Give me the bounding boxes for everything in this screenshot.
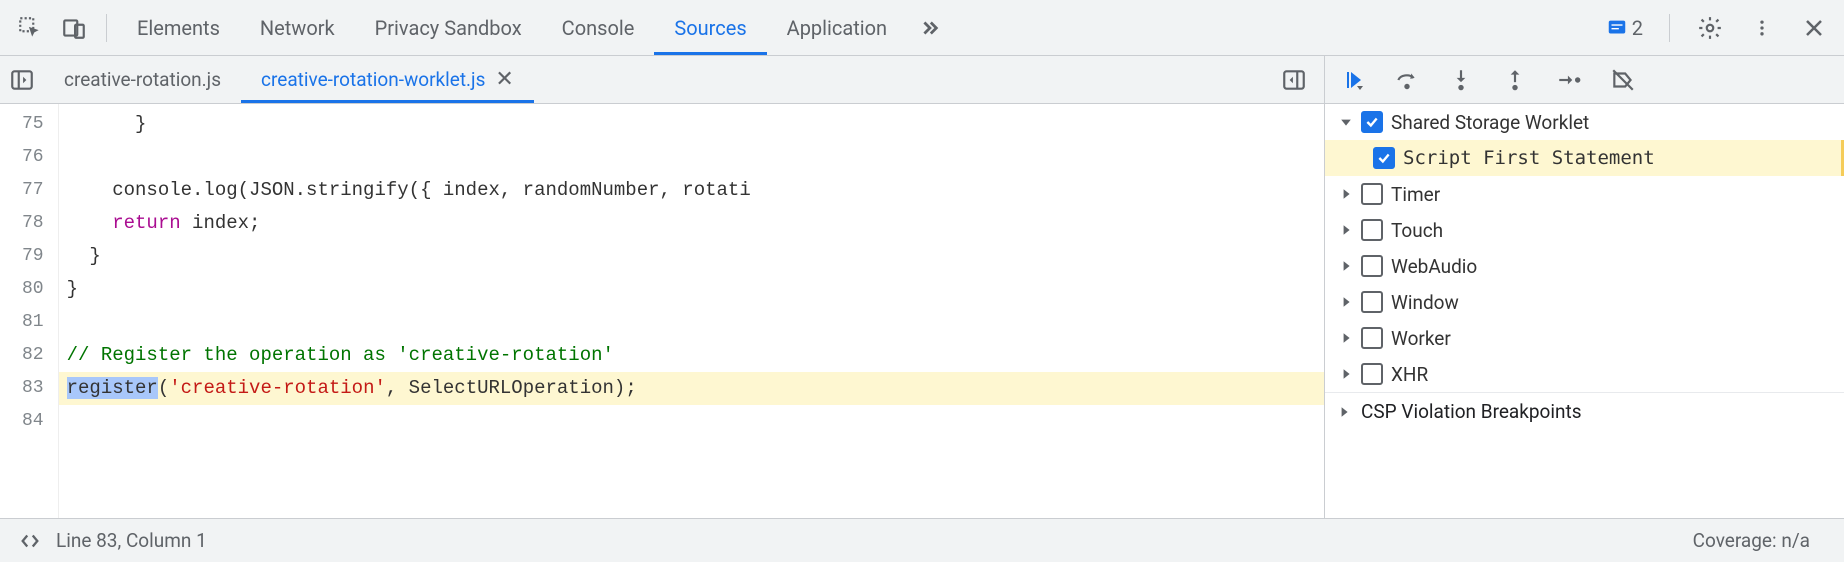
disclosure-right-icon <box>1337 405 1351 419</box>
disclosure-down-icon <box>1339 115 1353 129</box>
file-tabs-area: creative-rotation.js creative-rotation-w… <box>0 56 1324 104</box>
tab-application[interactable]: Application <box>767 0 907 55</box>
code-line[interactable]: return index; <box>59 207 1324 240</box>
panel-csp-violations[interactable]: CSP Violation Breakpoints <box>1325 392 1844 430</box>
navigator-toggle-icon[interactable] <box>0 58 44 102</box>
code-line[interactable]: // Register the operation as 'creative-r… <box>59 339 1324 372</box>
code-line[interactable]: register('creative-rotation', SelectURLO… <box>59 372 1324 405</box>
breakpoint-group-label: Timer <box>1391 183 1440 206</box>
disclosure-right-icon <box>1339 223 1353 237</box>
device-toolbar-icon[interactable] <box>52 6 96 50</box>
code-line[interactable]: console.log(JSON.stringify({ index, rand… <box>59 174 1324 207</box>
main-content: 75767778798081828384 } console.log(JSON.… <box>0 104 1844 518</box>
code-line[interactable]: } <box>59 240 1324 273</box>
breakpoint-group-label: WebAudio <box>1391 255 1477 278</box>
code-line[interactable] <box>59 306 1324 339</box>
line-number[interactable]: 84 <box>22 405 44 438</box>
line-number-gutter: 75767778798081828384 <box>0 104 59 518</box>
inspect-element-icon[interactable] <box>8 6 52 50</box>
file-tab-label: creative-rotation-worklet.js <box>261 68 485 91</box>
code-editor[interactable]: 75767778798081828384 } console.log(JSON.… <box>0 104 1324 518</box>
separator <box>106 14 107 42</box>
checkbox-unchecked[interactable] <box>1361 255 1383 277</box>
breakpoint-item-script-first[interactable]: Script First Statement <box>1325 140 1844 176</box>
kebab-menu-icon[interactable] <box>1740 6 1784 50</box>
panel-label: CSP Violation Breakpoints <box>1361 400 1582 423</box>
code-line[interactable] <box>59 405 1324 438</box>
disclosure-right-icon <box>1339 331 1353 345</box>
devtools-top-toolbar: Elements Network Privacy Sandbox Console… <box>0 0 1844 56</box>
line-number[interactable]: 77 <box>22 174 44 207</box>
tab-network[interactable]: Network <box>240 0 355 55</box>
checkbox-unchecked[interactable] <box>1361 291 1383 313</box>
file-tab-label: creative-rotation.js <box>64 68 221 91</box>
sources-toolbar-row: creative-rotation.js creative-rotation-w… <box>0 56 1844 104</box>
tab-privacy-sandbox[interactable]: Privacy Sandbox <box>355 0 542 55</box>
breakpoint-group-label: Touch <box>1391 219 1443 242</box>
checkbox-checked[interactable] <box>1361 111 1383 133</box>
tab-sources[interactable]: Sources <box>654 0 766 55</box>
line-number[interactable]: 75 <box>22 108 44 141</box>
breakpoint-group[interactable]: Worker <box>1325 320 1844 356</box>
line-number[interactable]: 81 <box>22 306 44 339</box>
step-icon[interactable] <box>1551 62 1587 98</box>
file-tab-creative-rotation[interactable]: creative-rotation.js <box>44 56 241 103</box>
code-content[interactable]: } console.log(JSON.stringify({ index, ra… <box>59 104 1324 518</box>
debugger-controls <box>1324 56 1844 104</box>
breakpoint-group[interactable]: Touch <box>1325 212 1844 248</box>
line-number[interactable]: 76 <box>22 141 44 174</box>
coverage-status: Coverage: n/a <box>1693 529 1830 552</box>
cursor-position: Line 83, Column 1 <box>56 529 207 552</box>
checkbox-unchecked[interactable] <box>1361 327 1383 349</box>
checkbox-unchecked[interactable] <box>1361 219 1383 241</box>
step-out-icon[interactable] <box>1497 62 1533 98</box>
settings-icon[interactable] <box>1688 6 1732 50</box>
deactivate-breakpoints-icon[interactable] <box>1605 62 1641 98</box>
code-line[interactable]: } <box>59 108 1324 141</box>
step-over-icon[interactable] <box>1389 62 1425 98</box>
separator <box>1669 14 1670 42</box>
code-line[interactable] <box>59 141 1324 174</box>
format-icon[interactable] <box>14 525 46 557</box>
line-number[interactable]: 83 <box>22 372 44 405</box>
disclosure-right-icon <box>1339 367 1353 381</box>
toolbar-right: 2 <box>1598 6 1836 50</box>
checkbox-checked[interactable] <box>1373 147 1395 169</box>
breakpoint-group[interactable]: XHR <box>1325 356 1844 392</box>
code-line[interactable]: } <box>59 273 1324 306</box>
tab-elements[interactable]: Elements <box>117 0 240 55</box>
line-number[interactable]: 80 <box>22 273 44 306</box>
step-into-icon[interactable] <box>1443 62 1479 98</box>
line-number[interactable]: 78 <box>22 207 44 240</box>
issues-badge[interactable]: 2 <box>1598 16 1651 40</box>
debugger-toggle-icon[interactable] <box>1272 58 1316 102</box>
breakpoint-group-label: XHR <box>1391 363 1428 386</box>
breakpoint-group-label: Window <box>1391 291 1459 314</box>
checkbox-unchecked[interactable] <box>1361 183 1383 205</box>
file-tab-creative-rotation-worklet[interactable]: creative-rotation-worklet.js ✕ <box>241 56 534 103</box>
disclosure-right-icon <box>1339 259 1353 273</box>
checkbox-unchecked[interactable] <box>1361 363 1383 385</box>
close-icon[interactable] <box>1792 6 1836 50</box>
close-tab-icon[interactable]: ✕ <box>495 69 513 91</box>
debugger-side-panel: Shared Storage Worklet Script First Stat… <box>1324 104 1844 518</box>
disclosure-right-icon <box>1339 295 1353 309</box>
panel-tabs: Elements Network Privacy Sandbox Console… <box>117 0 951 55</box>
status-bar: Line 83, Column 1 Coverage: n/a <box>0 518 1844 562</box>
line-number[interactable]: 82 <box>22 339 44 372</box>
disclosure-right-icon <box>1339 187 1353 201</box>
line-number[interactable]: 79 <box>22 240 44 273</box>
breakpoint-group[interactable]: WebAudio <box>1325 248 1844 284</box>
more-tabs-icon[interactable] <box>907 6 951 50</box>
breakpoint-group[interactable]: Window <box>1325 284 1844 320</box>
breakpoint-group-label: Shared Storage Worklet <box>1391 111 1589 134</box>
breakpoint-group-label: Worker <box>1391 327 1451 350</box>
tab-console[interactable]: Console <box>542 0 655 55</box>
breakpoint-group-shared-storage[interactable]: Shared Storage Worklet <box>1325 104 1844 140</box>
breakpoint-group[interactable]: Timer <box>1325 176 1844 212</box>
issues-count: 2 <box>1632 16 1643 40</box>
breakpoint-item-label: Script First Statement <box>1403 147 1655 169</box>
resume-icon[interactable] <box>1335 62 1371 98</box>
